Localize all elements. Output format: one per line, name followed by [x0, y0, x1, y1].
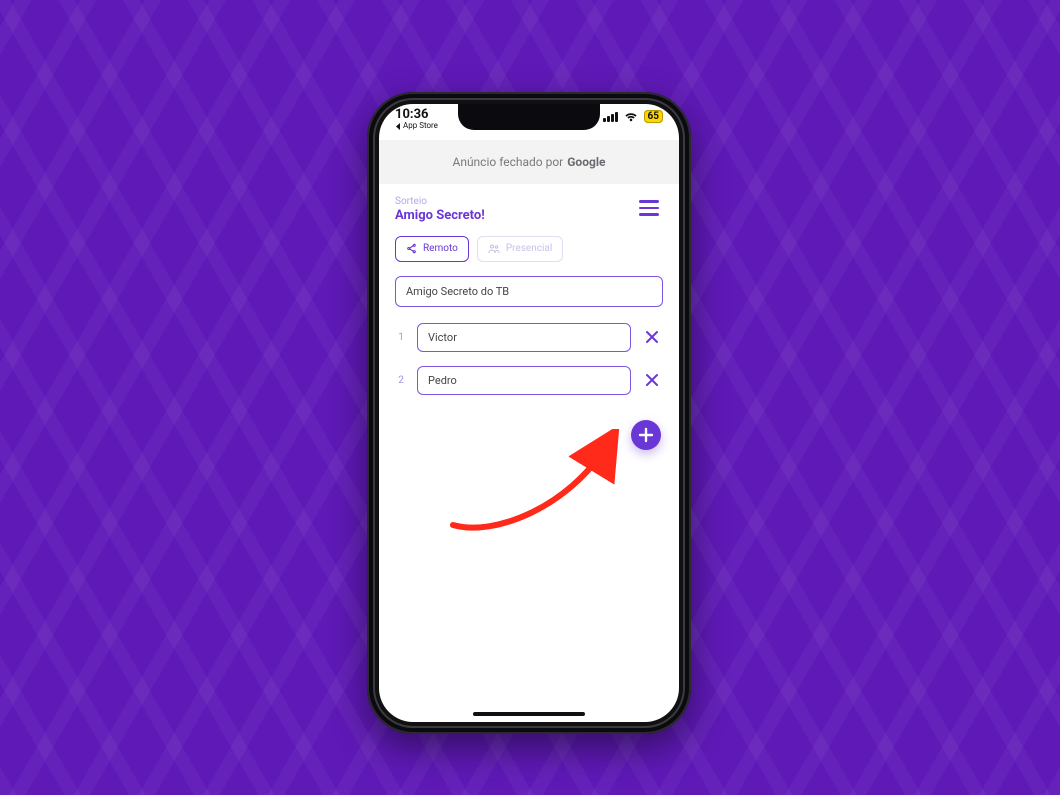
app-header: Sorteio Amigo Secreto!: [395, 196, 663, 224]
phone-notch: [458, 104, 600, 130]
back-to-appstore[interactable]: App Store: [395, 122, 438, 130]
row-index: 1: [395, 332, 407, 343]
header-kicker: Sorteio: [395, 196, 485, 208]
participant-row: 1 Victor: [395, 323, 663, 352]
mode-toggle: Remoto Presencial: [395, 236, 663, 262]
participant-name: Pedro: [428, 374, 457, 387]
status-left: 10:36 App Store: [395, 108, 438, 130]
mode-presencial-label: Presencial: [506, 243, 552, 254]
participant-name: Victor: [428, 331, 457, 344]
menu-icon: [639, 200, 659, 203]
people-icon: [488, 243, 500, 254]
ad-brand: Google: [567, 155, 605, 169]
stage: 10:36 App Store: [0, 0, 1060, 795]
group-name-input[interactable]: Amigo Secreto do TB: [395, 276, 663, 307]
remove-participant-button[interactable]: [641, 369, 663, 391]
app-content: Sorteio Amigo Secreto!: [379, 184, 679, 722]
cell-signal-icon: [603, 112, 618, 122]
row-index: 2: [395, 375, 407, 386]
back-label: App Store: [403, 122, 438, 130]
participant-row: 2 Pedro: [395, 366, 663, 395]
mode-remote-label: Remoto: [423, 243, 458, 254]
wifi-icon: [624, 112, 638, 122]
battery-badge: 65: [644, 110, 663, 123]
group-name-value: Amigo Secreto do TB: [406, 285, 509, 298]
back-caret-icon: [395, 123, 401, 130]
close-icon: [645, 330, 659, 344]
app-titles: Sorteio Amigo Secreto!: [395, 196, 485, 224]
status-time: 10:36: [395, 108, 438, 121]
plus-icon: [638, 427, 654, 443]
status-right: 65: [603, 110, 663, 123]
ad-prefix: Anúncio fechado por: [452, 155, 563, 169]
mode-remote-button[interactable]: Remoto: [395, 236, 469, 262]
mode-presencial-button[interactable]: Presencial: [477, 236, 563, 262]
participant-name-input[interactable]: Victor: [417, 323, 631, 352]
phone-inner-frame: 10:36 App Store: [373, 98, 685, 728]
annotation-arrow: [439, 429, 629, 539]
share-icon: [406, 243, 417, 254]
close-icon: [645, 373, 659, 387]
ad-closed-banner: Anúncio fechado por Google: [379, 140, 679, 184]
phone-frame: 10:36 App Store: [367, 92, 691, 734]
participants-list: 1 Victor 2: [395, 323, 663, 395]
add-participant-button[interactable]: [631, 420, 661, 450]
header-title: Amigo Secreto!: [395, 208, 485, 224]
menu-button[interactable]: [635, 196, 663, 220]
remove-participant-button[interactable]: [641, 326, 663, 348]
participant-name-input[interactable]: Pedro: [417, 366, 631, 395]
phone-screen: 10:36 App Store: [379, 104, 679, 722]
home-indicator: [473, 712, 585, 716]
